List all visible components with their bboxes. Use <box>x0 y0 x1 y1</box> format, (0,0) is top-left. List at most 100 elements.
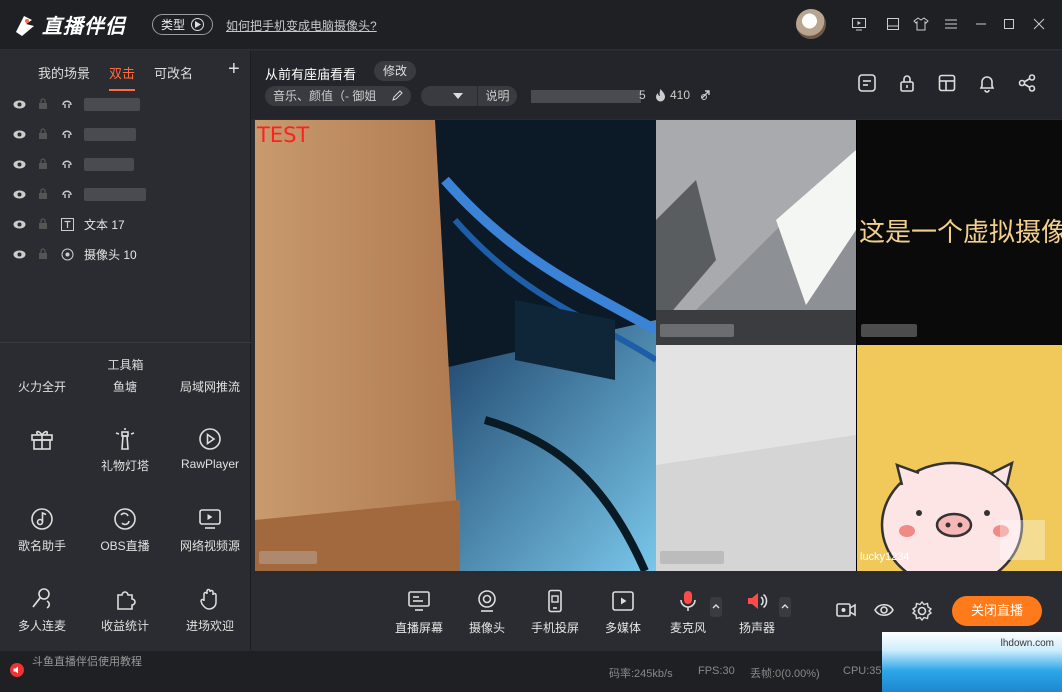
minimize-icon[interactable] <box>973 16 989 32</box>
source-row[interactable] <box>12 184 146 204</box>
sub-category-dropdown[interactable] <box>421 86 477 106</box>
tool-gift[interactable] <box>0 427 84 457</box>
share-icon[interactable] <box>1017 73 1037 93</box>
source-label: 摄像头 10 <box>84 247 137 262</box>
tool-entry-welcome[interactable]: 进场欢迎 <box>168 587 252 634</box>
microphone-icon <box>680 591 696 611</box>
tutorial-link[interactable]: 斗鱼直播伴侣使用教程 <box>32 653 142 669</box>
bottom-button-label: 手机投屏 <box>530 621 579 635</box>
eye-icon[interactable] <box>12 217 26 231</box>
tool-label: 进场欢迎 <box>185 619 234 633</box>
camera-source-icon <box>60 247 74 261</box>
menu-icon[interactable] <box>943 16 959 32</box>
brand-name: 直播伴侣 <box>42 16 126 38</box>
edit-title-button[interactable]: 修改 <box>374 61 417 81</box>
tab-my-scenes[interactable]: 我的场景 <box>38 63 90 82</box>
type-button-label: 类型 <box>161 18 186 32</box>
eye-icon[interactable] <box>12 127 26 141</box>
add-scene-button[interactable]: + <box>228 58 240 81</box>
pencil-icon <box>392 90 403 101</box>
lock-icon[interactable] <box>36 97 50 111</box>
tool-label: RawPlayer <box>180 457 240 471</box>
gift-icon <box>31 430 53 450</box>
toolbox-title: 工具箱 <box>0 342 251 374</box>
eye-icon[interactable] <box>12 157 26 171</box>
camera-feed-main[interactable]: TEST <box>255 120 656 571</box>
tool-obs-live[interactable]: OBS直播 <box>83 507 167 554</box>
room-info-redacted <box>531 90 641 103</box>
type-button[interactable]: 类型 <box>152 14 214 35</box>
multi-mic-icon <box>32 588 51 609</box>
source-row[interactable] <box>12 94 140 114</box>
source-row[interactable] <box>12 124 136 144</box>
obs-icon <box>114 508 136 530</box>
lock-icon[interactable] <box>36 247 50 261</box>
source-row[interactable]: 摄像头 10 <box>12 244 137 264</box>
shirt-icon[interactable] <box>913 16 929 32</box>
lock-icon[interactable] <box>36 217 50 231</box>
virtual-camera-text: 这是一个虚拟摄像 <box>859 218 1062 248</box>
room-info-suffix: 5 <box>639 88 646 102</box>
camera-image <box>255 120 656 571</box>
tool-gift-lighthouse[interactable]: 礼物灯塔 <box>83 427 167 474</box>
lock-icon[interactable] <box>36 187 50 201</box>
user-tag: lucky1234 <box>860 551 910 563</box>
source-row[interactable] <box>12 154 134 174</box>
lock-icon[interactable] <box>897 73 917 93</box>
eye-icon[interactable] <box>12 247 26 261</box>
sticker-feed[interactable]: lucky1234 <box>857 345 1062 571</box>
audio-source-icon <box>60 157 74 171</box>
multimedia-button[interactable]: 多媒体 <box>591 589 655 636</box>
explain-button[interactable]: 说明 <box>477 86 517 106</box>
end-live-button[interactable]: 关闭直播 <box>952 596 1042 626</box>
tool-revenue-stats[interactable]: 收益统计 <box>83 587 167 634</box>
lock-icon[interactable] <box>36 127 50 141</box>
tool-web-video[interactable]: 网络视频源 <box>168 507 252 554</box>
mic-volume-toggle[interactable] <box>710 597 722 617</box>
feed-label-redacted <box>259 551 317 564</box>
camera-feed-wall[interactable] <box>656 345 856 571</box>
eye-icon[interactable] <box>12 187 26 201</box>
category-selector[interactable]: 音乐、颜值（- 御姐 <box>265 86 411 106</box>
bell-icon[interactable] <box>977 73 997 93</box>
scene-tabs: 我的场景 双击 可改名 + <box>0 51 251 91</box>
eye-icon[interactable] <box>873 600 895 620</box>
tool-rawplayer[interactable]: RawPlayer <box>168 427 252 471</box>
virtual-camera-feed[interactable]: 这是一个虚拟摄像 <box>857 120 1062 345</box>
tab-renamable[interactable]: 可改名 <box>154 63 193 82</box>
camera-feed-ceiling[interactable] <box>656 120 856 345</box>
avatar[interactable] <box>796 9 826 39</box>
help-link[interactable]: 如何把手机变成电脑摄像头? <box>226 17 377 34</box>
bottom-button-label: 麦克风 <box>669 621 706 635</box>
screen-cast-icon[interactable] <box>851 16 867 32</box>
window-icon[interactable] <box>885 16 901 32</box>
tool-multi-mic[interactable]: 多人连麦 <box>0 587 84 634</box>
play-icon <box>191 18 205 31</box>
wall-image <box>656 345 856 571</box>
phone-cast-button[interactable]: 手机投屏 <box>523 589 587 636</box>
source-row[interactable]: 文本 17 <box>12 214 125 234</box>
tool-fish-pond[interactable]: 鱼塘 <box>83 378 167 395</box>
info-card-icon[interactable] <box>857 73 877 93</box>
close-icon[interactable] <box>1031 16 1047 32</box>
left-panel: 我的场景 双击 可改名 + 文本 17 摄像头 10 工具箱 火力全开 鱼塘 局… <box>0 51 251 650</box>
webcam-button[interactable]: 摄像头 <box>455 589 519 636</box>
tab-double-click[interactable]: 双击 <box>109 63 136 91</box>
speaker-muted-icon[interactable] <box>10 663 24 677</box>
maximize-icon[interactable] <box>1001 16 1017 32</box>
lock-icon[interactable] <box>36 157 50 171</box>
tool-song-assistant[interactable]: 歌名助手 <box>0 507 84 554</box>
pig-sticker <box>857 345 1062 571</box>
speaker-volume-toggle[interactable] <box>779 597 791 617</box>
record-icon[interactable] <box>835 600 857 620</box>
app-logo: 直播伴侣 <box>12 10 126 39</box>
gear-icon[interactable] <box>911 600 933 622</box>
tool-fire-power[interactable]: 火力全开 <box>0 378 84 395</box>
eye-icon[interactable] <box>12 97 26 111</box>
tool-lan-push[interactable]: 局域网推流 <box>168 378 252 395</box>
live-screen-button[interactable]: 直播屏幕 <box>387 589 451 636</box>
tool-label: 歌名助手 <box>17 539 66 553</box>
layout-icon[interactable] <box>937 73 957 93</box>
no-fly-icon[interactable] <box>700 89 712 101</box>
preview-canvas[interactable]: TEST <box>255 120 861 571</box>
